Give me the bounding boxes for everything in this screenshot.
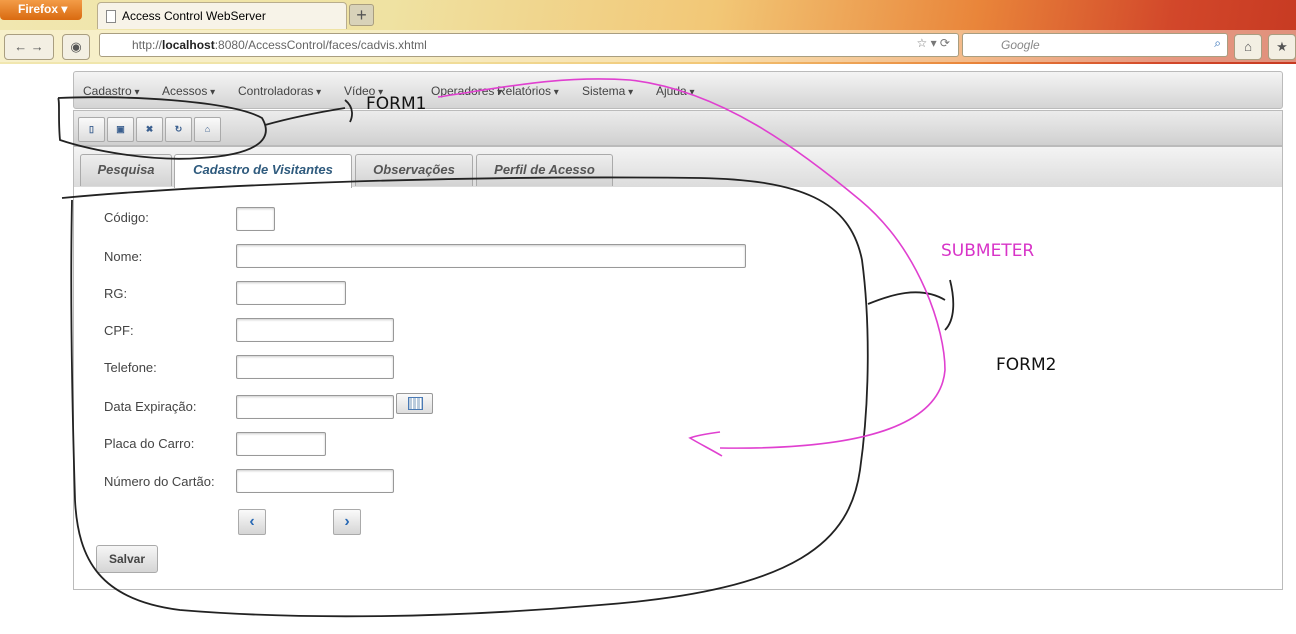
menu-operadores[interactable]: Operadores bbox=[431, 84, 502, 98]
menu-bar: Cadastro Acessos Controladoras Vídeo Ope… bbox=[73, 71, 1283, 109]
menu-cadastro[interactable]: Cadastro bbox=[83, 84, 140, 98]
nome-label: Nome: bbox=[104, 249, 143, 264]
placa-input[interactable] bbox=[236, 432, 326, 456]
cpf-label: CPF: bbox=[104, 323, 134, 338]
firefox-menu-button[interactable]: Firefox ▾ bbox=[0, 0, 82, 20]
calendar-icon bbox=[408, 397, 423, 410]
search-input[interactable]: Google ⌕ bbox=[962, 33, 1228, 57]
bookmark-star-reload-icon[interactable]: ☆ ▾ ⟳ bbox=[916, 36, 950, 50]
new-document-icon[interactable]: ▯ bbox=[78, 117, 105, 142]
new-tab-button[interactable]: + bbox=[349, 4, 374, 26]
previous-button[interactable]: ‹ bbox=[238, 509, 266, 535]
delete-icon[interactable]: ✖ bbox=[136, 117, 163, 142]
data-expiracao-input[interactable] bbox=[236, 395, 394, 419]
toolbar: ▯ ▣ ✖ ↻ ⌂ bbox=[73, 110, 1283, 146]
save-button[interactable]: Salvar bbox=[96, 545, 158, 573]
nome-input[interactable] bbox=[236, 244, 746, 268]
home-icon[interactable]: ⌂ bbox=[194, 117, 221, 142]
telefone-label: Telefone: bbox=[104, 360, 157, 375]
tab-panel: Pesquisa Cadastro de Visitantes Observaç… bbox=[73, 146, 1283, 590]
tab-pesquisa[interactable]: Pesquisa bbox=[80, 154, 172, 186]
codigo-input[interactable] bbox=[236, 207, 275, 231]
tab-perfil-acesso[interactable]: Perfil de Acesso bbox=[476, 154, 613, 186]
back-forward-button[interactable]: ← → bbox=[4, 34, 54, 60]
search-icon[interactable]: ⌕ bbox=[1214, 36, 1221, 51]
menu-ajuda[interactable]: Ajuda bbox=[656, 84, 695, 98]
rg-label: RG: bbox=[104, 286, 128, 301]
save-icon[interactable]: ▣ bbox=[107, 117, 134, 142]
menu-acessos[interactable]: Acessos bbox=[162, 84, 215, 98]
browser-chrome: Firefox ▾ Access Control WebServer + ← →… bbox=[0, 0, 1296, 64]
home-icon[interactable]: ⌂ bbox=[1234, 34, 1262, 60]
numero-cartao-input[interactable] bbox=[236, 469, 394, 493]
numero-cartao-label: Número do Cartão: bbox=[104, 474, 215, 489]
refresh-icon[interactable]: ↻ bbox=[165, 117, 192, 142]
tab-title: Access Control WebServer bbox=[122, 9, 266, 23]
tab-strip: Pesquisa Cadastro de Visitantes Observaç… bbox=[74, 147, 1282, 188]
menu-sistema[interactable]: Sistema bbox=[582, 84, 633, 98]
calendar-button[interactable] bbox=[396, 393, 433, 414]
telefone-input[interactable] bbox=[236, 355, 394, 379]
data-expiracao-label: Data Expiração: bbox=[104, 399, 197, 414]
menu-relatorios[interactable]: Relatórios bbox=[497, 84, 559, 98]
browser-tab[interactable]: Access Control WebServer bbox=[97, 2, 347, 29]
tab-cadastro-visitantes[interactable]: Cadastro de Visitantes bbox=[174, 154, 352, 188]
placa-label: Placa do Carro: bbox=[104, 436, 195, 451]
form1-annotation: FORM1 bbox=[366, 94, 427, 114]
cpf-input[interactable] bbox=[236, 318, 394, 342]
next-button[interactable]: › bbox=[333, 509, 361, 535]
form2-annotation: FORM2 bbox=[996, 355, 1057, 375]
submeter-annotation: SUBMETER bbox=[941, 241, 1035, 261]
tab-observacoes[interactable]: Observações bbox=[355, 154, 473, 186]
menu-controladoras[interactable]: Controladoras bbox=[238, 84, 321, 98]
url-input[interactable]: http://localhost:8080/AccessControl/face… bbox=[99, 33, 959, 57]
codigo-label: Código: bbox=[104, 210, 149, 225]
page-icon bbox=[106, 10, 116, 23]
rg-input[interactable] bbox=[236, 281, 346, 305]
bookmarks-icon[interactable]: ★ bbox=[1268, 34, 1296, 60]
site-identity-icon[interactable]: ◉ bbox=[62, 34, 90, 60]
